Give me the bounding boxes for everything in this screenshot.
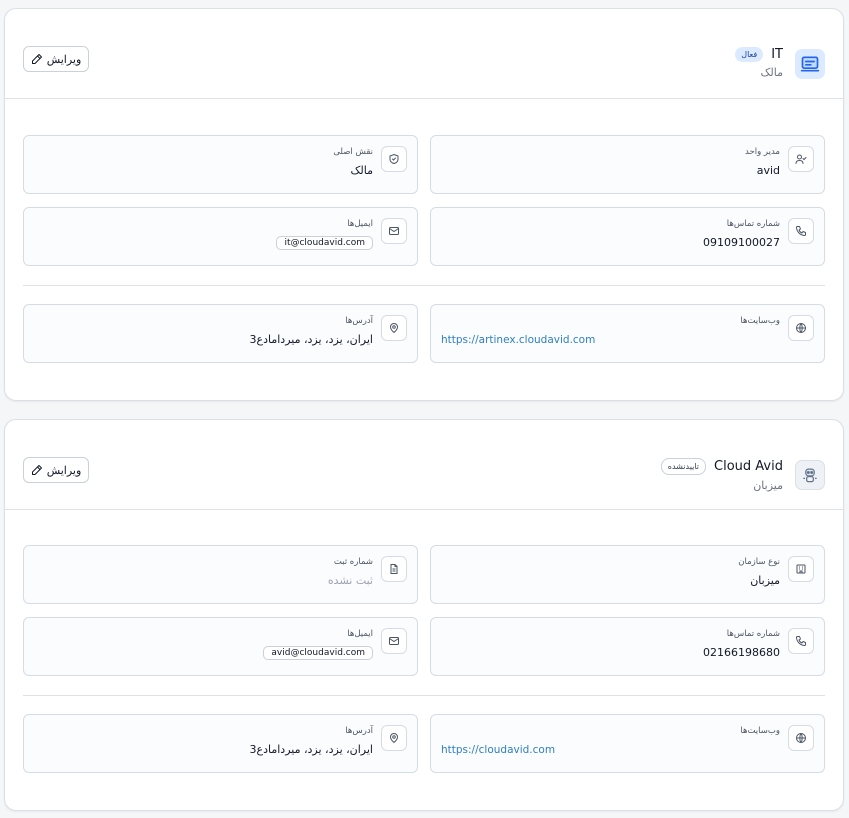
field-main-role: نقش اصلی مالک [23, 135, 418, 194]
field-email: ایمیل‌ها avid@cloudavid.com [23, 617, 418, 676]
field-value: 02166198680 [703, 646, 780, 659]
field-label: وب‌سایت‌ها [740, 316, 780, 326]
divider [23, 285, 825, 286]
org-card-cloud-avid: ویرایش Cloud Avid تاییدنشده میزبان نوع س… [4, 419, 844, 811]
field-label: نوع سازمان [738, 557, 780, 567]
field-label: شماره تماس‌ها [726, 219, 780, 229]
org-subtitle: مالک [760, 66, 783, 79]
org-title-block: Cloud Avid تاییدنشده میزبان [660, 458, 783, 492]
field-website: وب‌سایت‌ها https://artinex.cloudavid.com [430, 304, 825, 363]
robot-icon [803, 468, 817, 483]
document-icon [381, 556, 407, 582]
user-check-icon [788, 146, 814, 172]
mail-icon [381, 218, 407, 244]
pencil-icon [31, 465, 42, 475]
building-icon [788, 556, 814, 582]
pencil-icon [31, 54, 42, 64]
org-card-it: ویرایش IT فعال مالک مدیر واحد avid نقش ا… [4, 8, 844, 401]
field-phone: شماره تماس‌ها 02166198680 [430, 617, 825, 676]
globe-icon [788, 315, 814, 341]
field-label: مدیر واحد [745, 147, 780, 157]
field-org-type: نوع سازمان میزبان [430, 545, 825, 604]
org-title-block: IT فعال مالک [735, 47, 783, 79]
website-link[interactable]: https://artinex.cloudavid.com [441, 334, 595, 346]
field-value: 09109100027 [703, 236, 780, 249]
edit-button[interactable]: ویرایش [23, 457, 89, 483]
phone-icon [788, 628, 814, 654]
edit-button-label: ویرایش [46, 464, 82, 477]
edit-button[interactable]: ویرایش [23, 46, 89, 72]
mail-icon [381, 628, 407, 654]
org-title: IT [771, 47, 783, 62]
field-value: ثبت نشده [327, 574, 373, 587]
status-badge: تاییدنشده [660, 458, 707, 475]
field-label: شماره ثبت [333, 557, 373, 567]
field-label: شماره تماس‌ها [726, 629, 780, 639]
field-website: وب‌سایت‌ها https://cloudavid.com [430, 714, 825, 773]
field-label: وب‌سایت‌ها [740, 726, 780, 736]
field-manager: مدیر واحد avid [430, 135, 825, 194]
email-chip[interactable]: it@cloudavid.com [276, 236, 373, 250]
globe-icon [788, 725, 814, 751]
org-avatar [795, 460, 825, 490]
edit-button-label: ویرایش [46, 53, 82, 66]
field-email: ایمیل‌ها it@cloudavid.com [23, 207, 418, 266]
field-value: میزبان [750, 574, 780, 587]
field-label: آدرس‌ها [345, 316, 373, 326]
website-link[interactable]: https://cloudavid.com [441, 744, 555, 756]
card-header: ویرایش Cloud Avid تاییدنشده میزبان [5, 420, 843, 510]
field-label: آدرس‌ها [345, 726, 373, 736]
laptop-icon [800, 56, 820, 72]
divider [23, 695, 825, 696]
email-chip[interactable]: avid@cloudavid.com [263, 646, 373, 660]
shield-icon [381, 146, 407, 172]
status-badge: فعال [735, 47, 764, 62]
phone-icon [788, 218, 814, 244]
field-address: آدرس‌ها ایران، یزد، یزد، میردامادع3 [23, 714, 418, 773]
field-label: ایمیل‌ها [347, 629, 373, 639]
org-avatar [795, 49, 825, 79]
field-value: ایران، یزد، یزد، میردامادع3 [249, 333, 373, 346]
field-value: ایران، یزد، یزد، میردامادع3 [249, 743, 373, 756]
org-title: Cloud Avid [714, 459, 783, 474]
map-pin-icon [381, 315, 407, 341]
field-label: ایمیل‌ها [347, 219, 373, 229]
card-header: ویرایش IT فعال مالک [5, 9, 843, 99]
map-pin-icon [381, 725, 407, 751]
org-subtitle: میزبان [753, 479, 783, 492]
field-registration: شماره ثبت ثبت نشده [23, 545, 418, 604]
field-value: مالک [350, 164, 373, 177]
field-label: نقش اصلی [333, 147, 373, 157]
field-address: آدرس‌ها ایران، یزد، یزد، میردامادع3 [23, 304, 418, 363]
field-phone: شماره تماس‌ها 09109100027 [430, 207, 825, 266]
field-value: avid [756, 164, 780, 177]
